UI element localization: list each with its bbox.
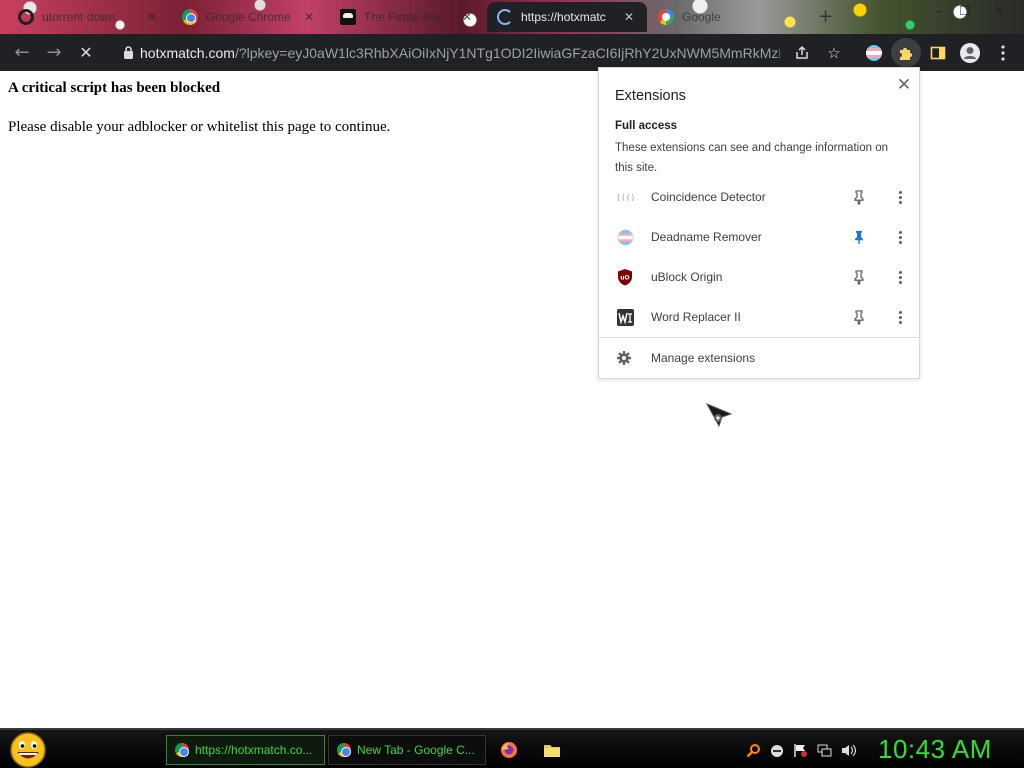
tab-google-chrome[interactable]: Google Chrome ✕	[172, 2, 327, 32]
new-tab-button[interactable]: +	[818, 6, 833, 27]
manage-extensions-button[interactable]: Manage extensions	[599, 338, 919, 379]
share-icon[interactable]	[792, 43, 812, 63]
extension-name: uBlock Origin	[651, 270, 723, 284]
forward-button[interactable]: →	[38, 37, 70, 69]
folder-icon[interactable]	[543, 741, 561, 759]
taskbar: https://hotxmatch.co... New Tab - Google…	[0, 728, 1024, 768]
extension-name: Coincidence Detector	[651, 190, 766, 204]
extensions-popup-title: Extensions	[615, 88, 686, 104]
manage-extensions-label: Manage extensions	[651, 351, 756, 365]
network-icon[interactable]	[817, 743, 832, 758]
chrome-icon	[175, 743, 189, 757]
chrome-icon	[182, 9, 198, 25]
gear-icon	[617, 351, 633, 367]
tab-utorrent[interactable]: utorrent down ✕	[8, 2, 170, 32]
start-button-smiley-icon[interactable]	[9, 732, 47, 768]
extension-name: Word Replacer II	[651, 310, 741, 324]
taskbar-item-new-tab[interactable]: New Tab - Google C...	[328, 735, 486, 765]
extension-item-ublock-origin[interactable]: uO uBlock Origin	[599, 257, 919, 297]
url-domain: hotxmatch.com	[140, 44, 235, 61]
svg-text:((())): ((()))	[616, 193, 634, 201]
extension-item-word-replacer[interactable]: Word Replacer II	[599, 297, 919, 337]
close-icon[interactable]: ✕	[895, 76, 913, 94]
volume-icon[interactable]	[841, 743, 856, 758]
page-message: Please disable your adblocker or whiteli…	[8, 119, 391, 135]
pin-icon[interactable]	[851, 189, 867, 205]
tab-close-icon[interactable]: ✕	[301, 10, 317, 24]
search-icon[interactable]	[746, 743, 761, 758]
more-options-icon[interactable]	[892, 189, 908, 205]
chrome-icon	[337, 743, 351, 757]
pin-icon[interactable]	[851, 269, 867, 285]
stop-loading-button[interactable]: ✕	[70, 37, 102, 69]
extensions-popup: Extensions ✕ Full access These extension…	[598, 67, 920, 379]
bookmark-star-icon[interactable]: ☆	[824, 43, 844, 63]
page-heading: A critical script has been blocked	[8, 80, 221, 96]
profile-avatar-icon[interactable]	[955, 38, 985, 67]
back-button[interactable]: ←	[6, 37, 38, 69]
status-icon[interactable]	[769, 743, 784, 758]
restore-button[interactable]: ❐	[950, 2, 980, 20]
ublock-origin-icon: uO	[616, 268, 634, 286]
pirate-bay-icon	[340, 9, 356, 25]
svg-text:uO: uO	[620, 275, 629, 282]
tab-title: Google Chrome	[206, 10, 291, 24]
tab-close-icon[interactable]: ✕	[621, 10, 637, 24]
taskbar-item-hotxmatch[interactable]: https://hotxmatch.co...	[166, 735, 325, 765]
more-options-icon[interactable]	[892, 269, 908, 285]
tab-close-icon[interactable]: ✕	[459, 10, 475, 24]
more-options-icon[interactable]	[892, 309, 908, 325]
url-path: /?lpkey=eyJ0aW1lc3RhbXAiOiIxNjY1NTg1ODI2…	[234, 44, 780, 61]
lock-icon[interactable]	[116, 46, 140, 59]
extension-item-deadname-remover[interactable]: Deadname Remover	[599, 217, 919, 257]
taskbar-item-label: https://hotxmatch.co...	[195, 743, 313, 757]
opera-icon	[18, 9, 34, 25]
firefox-icon[interactable]	[500, 741, 518, 759]
loading-spinner-icon	[497, 9, 513, 25]
tab-title: https://hotxmatc	[521, 10, 606, 24]
full-access-description: These extensions can see and change info…	[615, 142, 888, 174]
tab-title: utorrent down	[42, 10, 116, 24]
taskbar-item-label: New Tab - Google C...	[357, 743, 475, 757]
browser-toolbar: ← → ✕ hotxmatch.com/?lpkey=eyJ0aW1lc3Rhb…	[0, 34, 1024, 71]
coincidence-detector-icon: ((()))	[616, 188, 634, 206]
url-text[interactable]: hotxmatch.com/?lpkey=eyJ0aW1lc3RhbXAiOiI…	[140, 45, 780, 61]
pin-icon[interactable]	[851, 229, 867, 245]
deadname-remover-toolbar-icon[interactable]	[859, 38, 889, 67]
full-access-title: Full access	[615, 120, 678, 132]
mouse-cursor-icon	[705, 402, 735, 432]
side-panel-icon[interactable]	[923, 38, 953, 67]
tab-strip: utorrent down ✕ Google Chrome ✕ The Pira…	[0, 0, 1024, 34]
google-icon	[658, 9, 674, 25]
action-center-flag-icon[interactable]	[793, 743, 808, 758]
tab-title: Google	[682, 10, 721, 24]
extension-item-coincidence-detector[interactable]: ((())) Coincidence Detector	[599, 177, 919, 217]
pin-icon[interactable]	[851, 309, 867, 325]
tab-title: The Pirate Bay	[364, 10, 444, 24]
taskbar-clock[interactable]: 10:43 AM	[878, 734, 992, 765]
tab-google[interactable]: Google	[648, 2, 808, 32]
more-options-icon[interactable]	[892, 229, 908, 245]
tab-pirate-bay[interactable]: The Pirate Bay ✕	[330, 2, 485, 32]
tab-hotxmatch[interactable]: https://hotxmatc ✕	[487, 2, 647, 32]
word-replacer-icon	[616, 308, 634, 326]
extensions-puzzle-icon[interactable]	[891, 38, 921, 67]
address-bar[interactable]: hotxmatch.com/?lpkey=eyJ0aW1lc3RhbXAiOiI…	[108, 38, 853, 67]
deadname-remover-icon	[616, 228, 634, 246]
tab-close-icon[interactable]: ✕	[144, 10, 160, 24]
browser-menu-icon[interactable]	[988, 38, 1018, 67]
window-close-button[interactable]: ✕	[984, 2, 1014, 20]
extension-name: Deadname Remover	[651, 230, 762, 244]
